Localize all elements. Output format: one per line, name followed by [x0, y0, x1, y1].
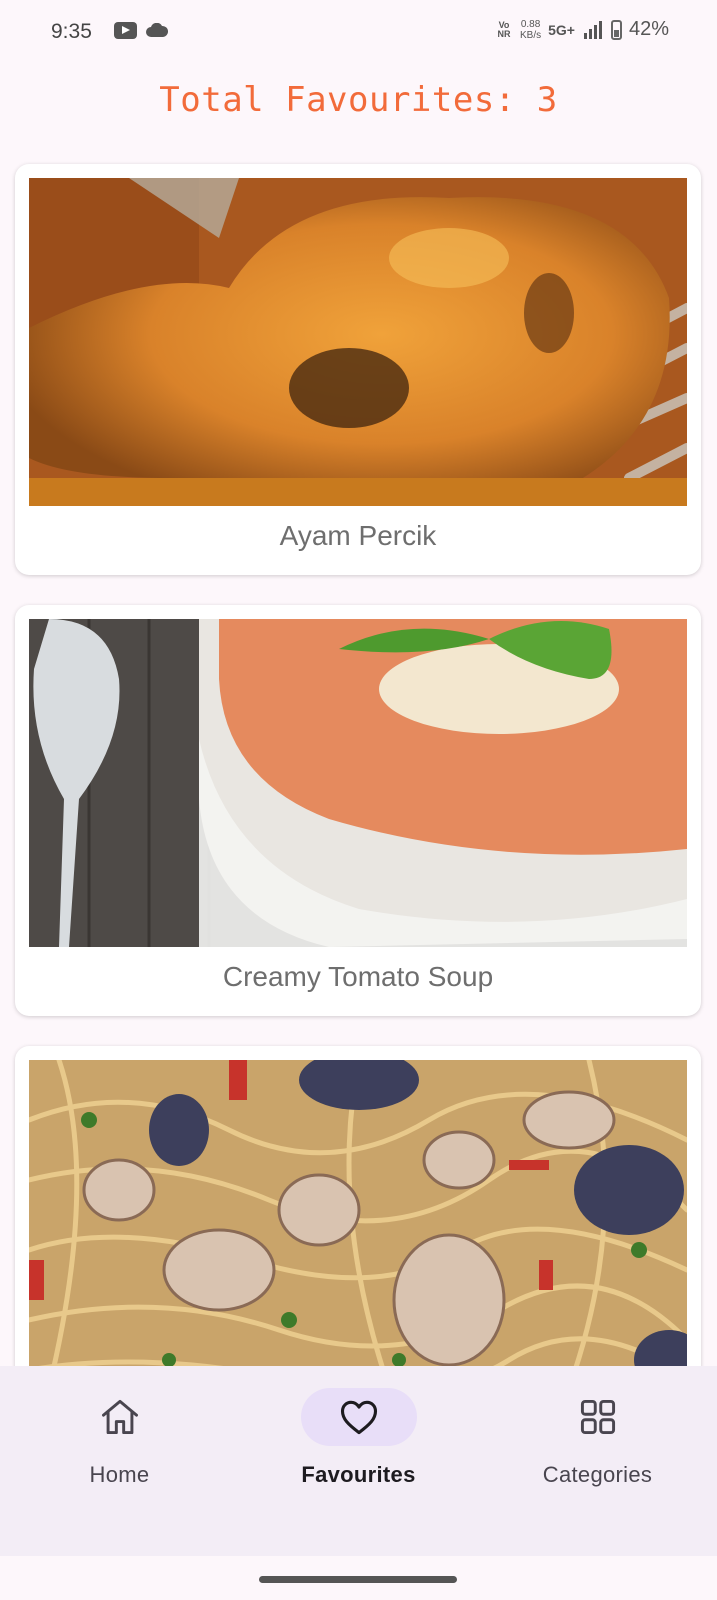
nav-label-categories: Categories	[542, 1462, 653, 1487]
recipe-title: Creamy Tomato Soup	[222, 961, 494, 992]
status-time: 9:35	[51, 20, 92, 43]
nav-icon-container	[300, 1388, 417, 1446]
nav-item-favourites[interactable]: Favourites	[239, 1366, 478, 1516]
status-bar: 9:35 Vo NR 0.88 KB/s 5G+ 42%	[0, 0, 717, 68]
fried-chicken-photo	[29, 178, 687, 506]
signal-icon	[583, 20, 602, 39]
nav-item-home[interactable]: Home	[0, 1366, 239, 1516]
tomato-soup-photo	[29, 619, 687, 947]
volte-indicator: Vo NR	[497, 19, 511, 39]
home-indicator[interactable]	[259, 1576, 457, 1583]
favourite-card[interactable]: Ayam Percik	[15, 164, 701, 575]
cloud-icon	[146, 23, 168, 37]
bottom-navigation: Home Favourites Categories	[0, 1366, 717, 1556]
nav-icon-container	[540, 1388, 656, 1446]
heart-icon	[340, 1400, 377, 1435]
clam-spaghetti-photo	[29, 1060, 687, 1388]
nav-item-categories[interactable]: Categories	[478, 1366, 717, 1516]
grid-icon	[580, 1399, 615, 1435]
network-speed: 0.88 KB/s	[519, 18, 542, 41]
recipe-title: Ayam Percik	[279, 520, 437, 551]
battery-percent: 42%	[628, 18, 669, 40]
nav-label-favourites: Favourites	[301, 1462, 416, 1487]
favourite-card[interactable]: Creamy Tomato Soup	[15, 605, 701, 1016]
home-icon	[101, 1399, 138, 1435]
nav-icon-container	[62, 1388, 178, 1446]
youtube-icon	[114, 22, 137, 39]
battery-icon	[610, 19, 622, 40]
nav-label-home: Home	[89, 1462, 150, 1487]
page-title: Total Favourites: 3	[159, 80, 558, 120]
network-type: 5G+	[548, 21, 575, 38]
